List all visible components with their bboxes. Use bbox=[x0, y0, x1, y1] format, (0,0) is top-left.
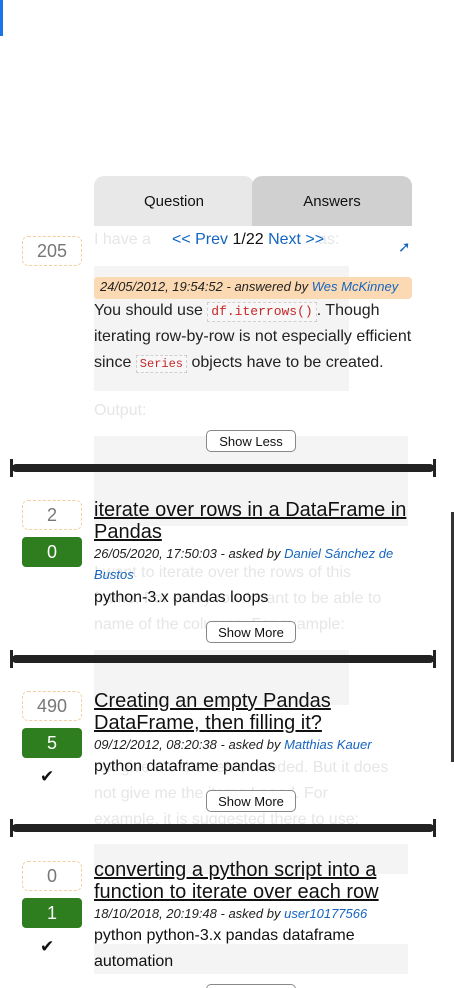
inline-code: df.iterrows() bbox=[207, 302, 317, 322]
background-text: I have a bbox=[94, 231, 151, 248]
show-less-button[interactable]: Show Less bbox=[206, 430, 296, 452]
answer-count-badge: 1 bbox=[22, 898, 82, 928]
question-date: 26/05/2020, 17:50:03 bbox=[94, 546, 217, 561]
question-author-link[interactable]: user10177566 bbox=[284, 906, 367, 921]
question-title-link[interactable]: Creating an empty Pandas DataFrame, then… bbox=[94, 690, 424, 734]
answer-meta: 24/05/2012, 19:54:52 - answered by Wes M… bbox=[94, 277, 412, 299]
answer-pager: << Prev 1/22 Next >> bbox=[172, 231, 324, 249]
question-action: - asked by bbox=[216, 906, 285, 921]
question-date: 18/10/2018, 20:19:48 bbox=[94, 906, 217, 921]
question-tags: python python-3.x pandas dataframe autom… bbox=[94, 927, 355, 970]
checkmark-icon: ✔ bbox=[40, 767, 55, 786]
question-score: 2 bbox=[22, 500, 82, 530]
answer-count-badge: 5 bbox=[22, 728, 82, 758]
answer-action: - answered by bbox=[222, 279, 312, 294]
answer-author-link[interactable]: Wes McKinney bbox=[312, 279, 398, 294]
item-divider bbox=[10, 650, 436, 668]
question-meta: 09/12/2012, 08:20:38 - asked by Matthias… bbox=[94, 734, 412, 755]
question-action: - asked by bbox=[216, 546, 285, 561]
checkmark-icon: ✔ bbox=[40, 937, 55, 956]
expand-icon[interactable]: ➚ bbox=[398, 238, 411, 256]
question-action: - asked by bbox=[216, 737, 285, 752]
question-tags: python dataframe pandas bbox=[94, 758, 276, 775]
window-edge-accent bbox=[0, 0, 3, 36]
item-divider bbox=[10, 459, 436, 477]
answer-count-badge: 0 bbox=[22, 537, 82, 567]
show-more-button[interactable]: Show More bbox=[206, 790, 296, 812]
question-author-link[interactable]: Matthias Kauer bbox=[284, 737, 371, 752]
answer-text: objects have to be created. bbox=[187, 354, 384, 371]
tab-question[interactable]: Question bbox=[94, 176, 254, 226]
question-tags: python-3.x pandas loops bbox=[94, 589, 269, 606]
question-meta: 26/05/2020, 17:50:03 - asked by Daniel S… bbox=[94, 543, 412, 585]
show-more-button[interactable]: Show More bbox=[206, 621, 296, 643]
answer-score: 205 bbox=[22, 236, 82, 266]
question-score: 490 bbox=[22, 691, 82, 721]
inline-code: Series bbox=[135, 355, 188, 373]
answer-body: You should use df.iterrows(). Though ite… bbox=[94, 298, 412, 376]
question-score: 0 bbox=[22, 861, 82, 891]
answer-text: You should use bbox=[94, 302, 208, 319]
answer-date: 24/05/2012, 19:54:52 bbox=[100, 279, 223, 294]
item-divider bbox=[10, 819, 436, 837]
prev-answer-link[interactable]: << Prev bbox=[172, 231, 228, 248]
next-answer-link[interactable]: Next >> bbox=[268, 231, 324, 248]
question-date: 09/12/2012, 08:20:38 bbox=[94, 737, 217, 752]
background-text: Output: bbox=[94, 402, 147, 419]
question-title-link[interactable]: converting a python script into a functi… bbox=[94, 859, 424, 903]
question-title-link[interactable]: iterate over rows in a DataFrame in Pand… bbox=[94, 499, 424, 543]
question-meta: 18/10/2018, 20:19:48 - asked by user1017… bbox=[94, 903, 412, 924]
tab-answers[interactable]: Answers bbox=[252, 176, 412, 226]
pager-position: 1/22 bbox=[232, 231, 264, 248]
show-more-button[interactable] bbox=[206, 984, 296, 988]
